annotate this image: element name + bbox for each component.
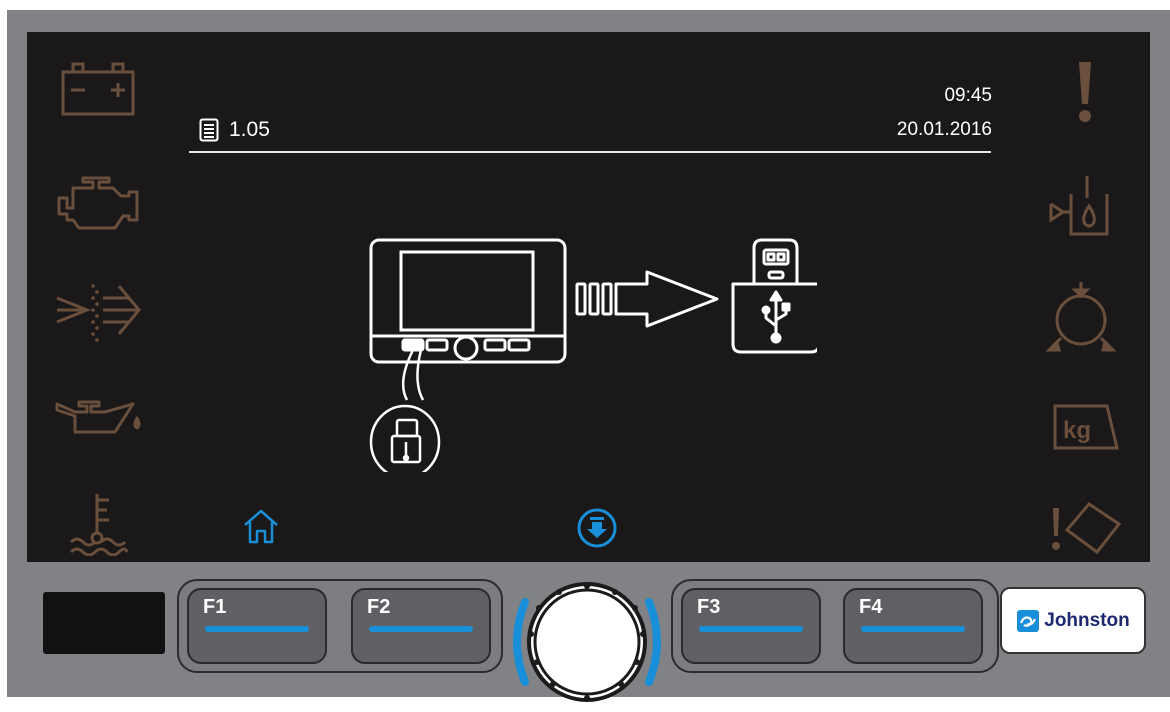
rotary-knob[interactable] [507,582,667,712]
f2-button[interactable]: F2 [351,588,491,664]
fuel-filter-icon [53,280,143,346]
svg-text:kg: kg [1063,417,1091,444]
oil-can-icon [53,396,149,440]
f4-button[interactable]: F4 [843,588,983,664]
header-divider [189,151,991,153]
coolant-temperature-icon [67,490,131,556]
f4-label: F4 [859,596,883,618]
device-panel: kg 1.05 09:45 20.01.2016 F1 F2 F3 F4 Joh… [7,10,1170,702]
f4-indicator [861,626,965,632]
clock-time: 09:45 [944,85,992,106]
download-icon [577,508,617,548]
tilt-warning-icon [1045,498,1125,558]
usb-callout-icon [369,349,441,480]
brand-name: Johnston [1044,609,1130,631]
f1-label: F1 [203,596,227,618]
usb-export-illustration [357,232,821,480]
display-unit-icon [369,238,567,364]
f2-indicator [369,626,473,632]
f1-indicator [205,626,309,632]
johnston-logo-icon [1017,609,1040,632]
f1-button[interactable]: F1 [187,588,327,664]
version-label: 1.05 [229,118,270,141]
engine-icon [53,174,145,236]
kg-weight-icon: kg [1051,402,1121,452]
clock-date: 20.01.2016 [896,119,992,140]
arrow-right-icon [575,270,719,328]
software-version: 1.05 [199,118,270,142]
brand-badge: Johnston [1000,587,1146,654]
pump-icon [1045,280,1117,354]
warning-exclamation-icon [1073,60,1097,124]
hydraulic-tank-icon [1045,172,1125,238]
f3-indicator [699,626,803,632]
home-button[interactable] [241,507,281,552]
f3-button[interactable]: F3 [681,588,821,664]
download-button[interactable] [575,506,619,555]
f3-label: F3 [697,596,721,618]
document-icon [199,118,219,142]
f2-label: F2 [367,596,391,618]
home-icon [244,509,278,544]
battery-icon [59,60,139,118]
usb-stick-icon [731,238,821,354]
display-screen: kg 1.05 09:45 20.01.2016 [27,32,1150,562]
blank-panel [43,592,165,654]
